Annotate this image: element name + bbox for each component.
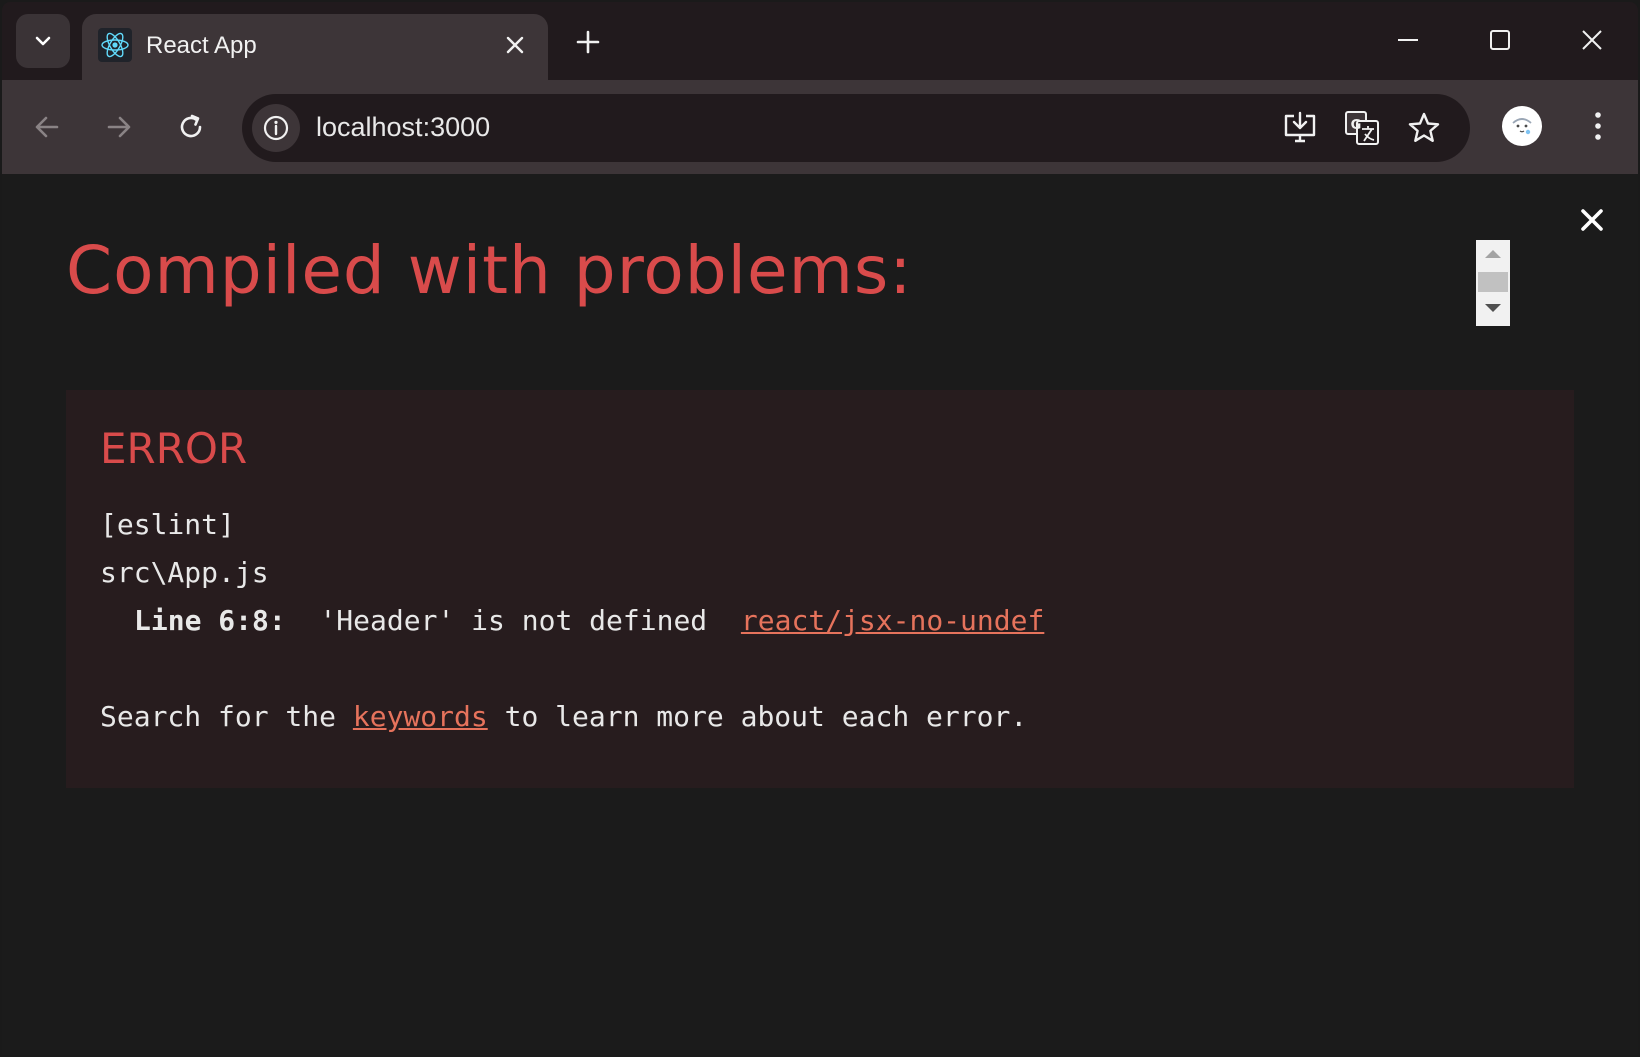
rule-link[interactable]: react/jsx-no-undef: [741, 604, 1044, 637]
error-overlay: Compiled with problems: ERROR [eslint] s…: [2, 174, 1638, 1055]
error-message: 'Header' is not defined: [319, 604, 708, 637]
overlay-close-button[interactable]: [1572, 200, 1612, 240]
browser-window: React App localhost:3000 G Compiled with…: [2, 2, 1638, 1055]
hint-suffix: to learn more about each error.: [487, 700, 1028, 733]
profile-avatar-icon: [1506, 110, 1538, 142]
toolbar: localhost:3000 G: [2, 80, 1638, 174]
star-icon: [1408, 112, 1440, 142]
install-app-icon: [1284, 111, 1316, 143]
svg-text:G: G: [1351, 118, 1362, 133]
menu-button[interactable]: [1578, 102, 1618, 150]
close-icon: [1581, 209, 1603, 231]
window-close-button[interactable]: [1564, 18, 1620, 62]
close-icon: [1582, 30, 1602, 50]
reload-icon: [180, 114, 202, 138]
overlay-scrollbar[interactable]: [1476, 240, 1510, 326]
hint-prefix: Search for the: [100, 700, 353, 733]
keywords-link[interactable]: keywords: [353, 700, 488, 733]
close-icon: [506, 36, 524, 54]
tab-title: React App: [146, 32, 257, 59]
error-file: src\App.js: [100, 556, 269, 589]
react-logo-icon: [98, 28, 132, 62]
tab-close-button[interactable]: [500, 30, 530, 60]
tab-react-app[interactable]: React App: [82, 14, 548, 80]
install-app-button[interactable]: [1278, 106, 1322, 150]
avatar[interactable]: [1502, 106, 1542, 146]
maximize-icon: [1490, 30, 1510, 50]
error-source: [eslint]: [100, 508, 235, 541]
back-button[interactable]: [24, 104, 70, 150]
info-icon: [263, 115, 289, 141]
scroll-down-arrow-icon[interactable]: [1485, 304, 1501, 312]
url-text[interactable]: localhost:3000: [316, 112, 490, 143]
page-title: Compiled with problems:: [66, 232, 913, 309]
error-message-box: ERROR [eslint] src\App.js Line 6:8: 'Hea…: [66, 390, 1574, 788]
maximize-button[interactable]: [1472, 18, 1528, 62]
minimize-button[interactable]: [1380, 18, 1436, 62]
translate-button[interactable]: G: [1340, 106, 1384, 150]
back-arrow-icon: [35, 116, 59, 138]
plus-icon: [576, 30, 600, 54]
reload-button[interactable]: [168, 104, 214, 150]
error-detail-line: Line 6:8: 'Header' is not defined react/…: [134, 604, 1044, 637]
tab-search-button[interactable]: [16, 14, 70, 68]
bookmark-button[interactable]: [1402, 106, 1446, 150]
site-info-button[interactable]: [252, 104, 300, 152]
scrollbar-thumb[interactable]: [1478, 272, 1508, 292]
hint-line: Search for the keywords to learn more ab…: [100, 700, 1027, 733]
scroll-up-arrow-icon[interactable]: [1485, 250, 1501, 258]
error-label: ERROR: [100, 424, 248, 473]
new-tab-button[interactable]: [570, 24, 606, 60]
chevron-down-icon: [35, 36, 51, 46]
forward-button[interactable]: [96, 104, 142, 150]
minimize-icon: [1398, 39, 1418, 41]
error-line-ref: Line 6:8:: [134, 604, 286, 637]
translate-icon: G: [1345, 111, 1379, 145]
address-bar[interactable]: localhost:3000 G: [242, 94, 1470, 162]
kebab-menu-icon: [1595, 112, 1601, 140]
tab-strip: React App: [2, 2, 1638, 80]
forward-arrow-icon: [107, 116, 131, 138]
